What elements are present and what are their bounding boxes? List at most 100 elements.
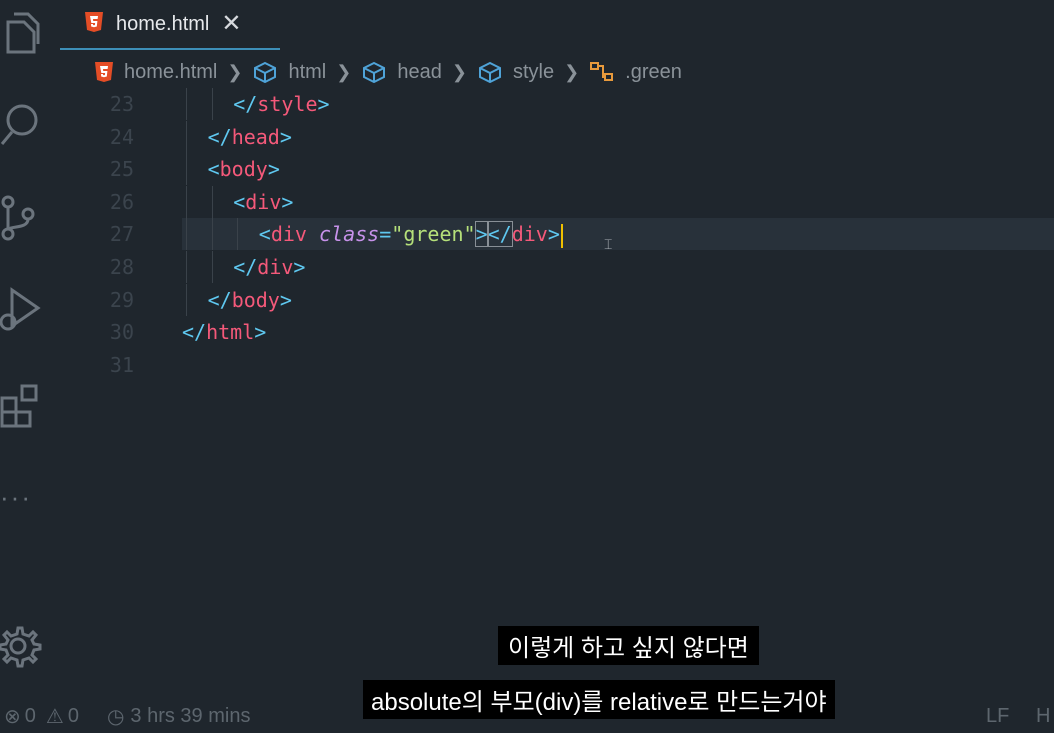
explorer-icon[interactable] xyxy=(0,8,46,56)
code-token: > xyxy=(279,124,292,149)
breadcrumb-item-style[interactable]: style ❯ xyxy=(477,61,589,84)
line-number: 29 xyxy=(109,287,134,312)
code-line[interactable]: 27 <div class="green"></div> xyxy=(0,218,1054,251)
code-text: </head> xyxy=(208,121,292,153)
code-token: "green" xyxy=(391,222,476,247)
tab-home-html[interactable]: home.html ✕ xyxy=(60,0,280,50)
code-token: class xyxy=(319,222,380,247)
code-token: > xyxy=(254,320,267,345)
code-token: > xyxy=(281,189,294,214)
code-token: body xyxy=(231,287,280,312)
code-line[interactable]: 23 </style> xyxy=(0,88,1054,120)
chevron-right-icon: ❯ xyxy=(451,61,467,82)
code-token: style xyxy=(257,92,318,116)
code-line[interactable]: 30 </html> xyxy=(0,316,1054,348)
line-number: 30 xyxy=(109,320,134,345)
indent-guide xyxy=(186,218,187,251)
code-token: > xyxy=(474,221,489,248)
subtitle-line-1: 이렇게 하고 싶지 않다면 xyxy=(498,626,759,665)
error-count: 0 xyxy=(24,704,36,727)
code-line[interactable]: 25 <body> xyxy=(0,153,1054,186)
eol-status[interactable]: LF xyxy=(986,705,1009,728)
code-line[interactable]: 28 </div> xyxy=(0,251,1054,283)
time-spent: 3 hrs 39 mins xyxy=(130,704,251,727)
language-mode-status[interactable]: H xyxy=(1036,705,1050,728)
code-token: div xyxy=(257,255,294,279)
code-text: <div class="green"></div> xyxy=(259,218,563,250)
code-token: > xyxy=(317,92,330,116)
code-token: </ xyxy=(207,287,232,312)
code-token: < xyxy=(258,222,271,247)
breadcrumb-label: html xyxy=(288,60,327,83)
close-icon[interactable]: ✕ xyxy=(221,12,241,36)
indent-guide xyxy=(211,251,213,283)
code-text: </div> xyxy=(233,251,305,283)
line-number: 24 xyxy=(109,124,134,149)
code-text: </body> xyxy=(208,284,292,316)
code-token: < xyxy=(233,189,246,214)
line-number: 23 xyxy=(109,92,134,116)
indent-guide xyxy=(186,251,187,283)
breadcrumb-item-file[interactable]: home.html ❯ xyxy=(94,61,252,84)
breadcrumb-label: head xyxy=(397,60,442,83)
code-token: < xyxy=(207,157,220,182)
indent-guide xyxy=(211,185,213,218)
css-class-icon xyxy=(589,60,615,84)
code-token: > xyxy=(293,255,306,279)
time-tracker-status[interactable]: ◷ 3 hrs 39 mins xyxy=(107,704,251,729)
code-token: html xyxy=(206,320,255,345)
code-token: body xyxy=(219,157,268,182)
errors-status[interactable]: ⊗ 0 xyxy=(4,704,36,729)
breadcrumb-item-html[interactable]: html ❯ xyxy=(252,61,361,84)
breadcrumb-label: style xyxy=(512,60,555,83)
breadcrumb-item-green[interactable]: .green xyxy=(589,60,682,84)
code-token: div xyxy=(245,189,282,214)
warnings-status[interactable]: ⚠ 0 xyxy=(46,704,79,729)
chevron-right-icon: ❯ xyxy=(564,61,580,82)
code-text: </html> xyxy=(182,316,266,348)
html5-icon xyxy=(84,11,104,38)
tab-title: home.html xyxy=(116,12,210,35)
code-token: </ xyxy=(233,92,258,116)
indent-guide xyxy=(186,283,187,316)
code-token: </ xyxy=(233,255,258,279)
code-token: > xyxy=(279,287,292,312)
subtitle-line-2: absolute의 부모(div)를 relative로 만드는거야 xyxy=(363,680,835,719)
line-number: 31 xyxy=(109,352,134,377)
code-line[interactable]: 31 xyxy=(0,349,1054,381)
line-number: 28 xyxy=(109,255,134,279)
breadcrumb: home.html ❯ html ❯ head ❯ style ❯ .green xyxy=(94,56,682,88)
error-icon: ⊗ xyxy=(4,705,21,728)
symbol-box-icon xyxy=(252,61,278,83)
text-cursor-icon: ⌶ xyxy=(604,236,613,252)
code-line[interactable]: 26 <div> xyxy=(0,185,1054,218)
line-number: 27 xyxy=(109,222,134,247)
indent-guide xyxy=(237,218,239,251)
code-editor[interactable]: 23 </style> 24 </head> 25 <body> 26 <div> 27 <div… xyxy=(0,88,1054,648)
code-token: > xyxy=(267,157,280,182)
code-token: > xyxy=(547,222,560,247)
code-token: = xyxy=(379,222,392,247)
code-line[interactable]: 29 </body> xyxy=(0,283,1054,316)
symbol-box-icon xyxy=(477,61,503,83)
code-line[interactable]: 24 </head> xyxy=(0,120,1054,153)
code-token: head xyxy=(231,124,280,149)
breadcrumb-item-head[interactable]: head ❯ xyxy=(361,61,477,84)
code-text: <body> xyxy=(208,153,280,185)
indent-guide xyxy=(186,185,187,218)
chevron-right-icon: ❯ xyxy=(227,61,243,82)
code-token: </ xyxy=(207,124,232,149)
indent-guide xyxy=(186,88,187,120)
html5-icon xyxy=(94,61,114,83)
code-text: </style> xyxy=(233,88,329,120)
warning-icon: ⚠ xyxy=(45,705,64,728)
code-token: </ xyxy=(486,221,513,248)
history-icon: ◷ xyxy=(106,705,125,728)
warning-count: 0 xyxy=(67,704,79,727)
indent-guide xyxy=(211,88,213,120)
indent-guide xyxy=(211,218,213,251)
line-number: 26 xyxy=(109,189,134,214)
chevron-right-icon: ❯ xyxy=(336,61,352,82)
line-number: 25 xyxy=(109,157,134,182)
